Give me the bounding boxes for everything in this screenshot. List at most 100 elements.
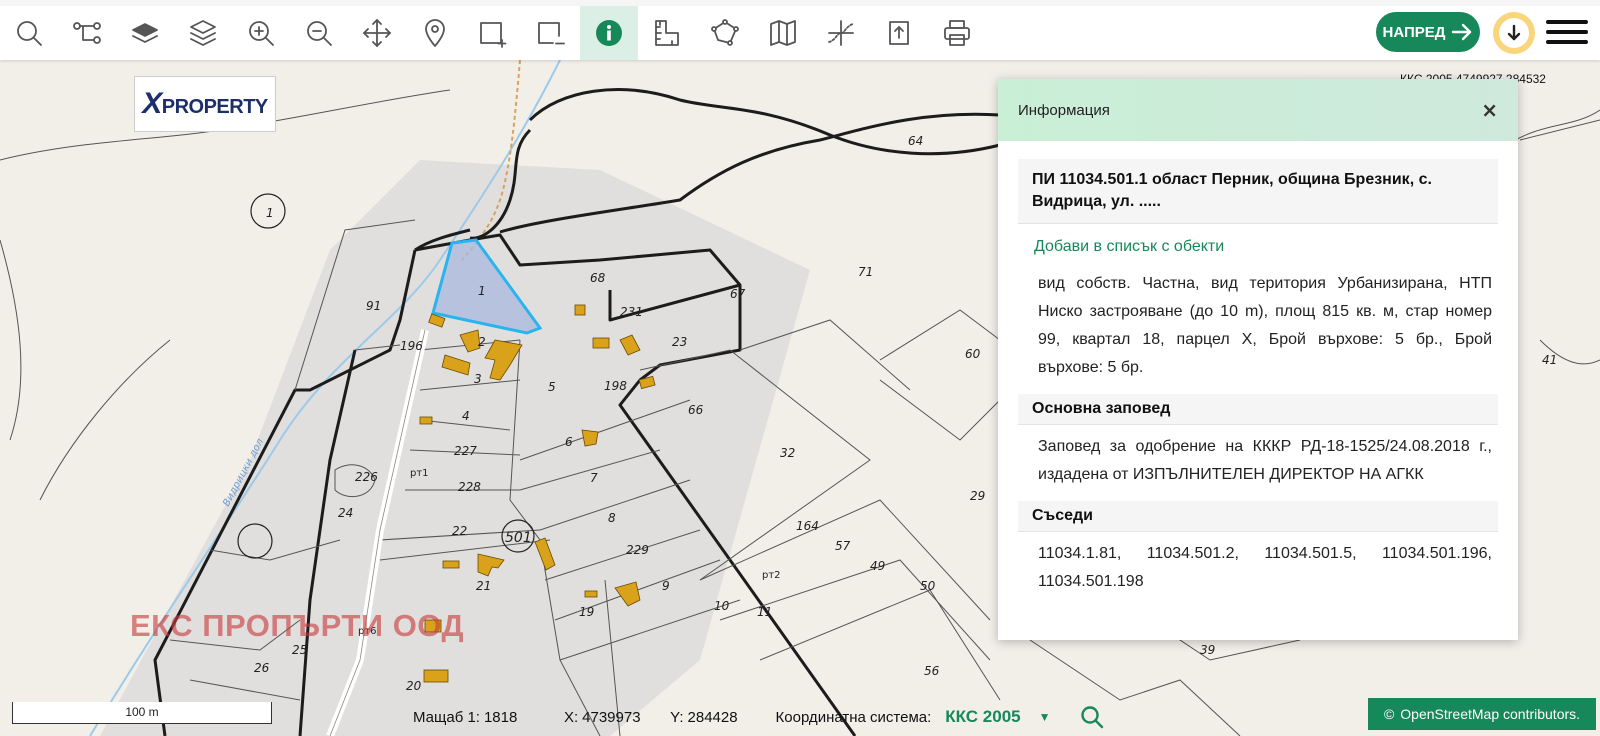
parcel-label: 68 (590, 271, 606, 285)
parcel-label: 21 (476, 579, 491, 593)
measure-icon (655, 20, 679, 46)
survey-point-label: рт1 (410, 468, 429, 479)
parcel-label: 25 (292, 643, 307, 657)
logo-text: PROPERTY (161, 96, 269, 118)
osm-attribution[interactable]: © OpenStreetMap contributors. (1368, 698, 1596, 730)
route-tool[interactable] (58, 6, 116, 60)
scale-input[interactable] (479, 708, 558, 726)
coordinate-bar: Мащаб 1: X: Y: Координатна система: ККС … (413, 702, 1105, 732)
add-to-list-link[interactable]: Добави в списък с обекти (1018, 224, 1498, 266)
polygon-icon (711, 19, 739, 46)
layers-tool[interactable] (174, 6, 232, 60)
info-tool[interactable] (580, 6, 638, 60)
survey-point-label: рт2 (762, 570, 781, 581)
layer-tool[interactable] (116, 6, 174, 60)
logo-x: X (142, 87, 162, 120)
parcel-label: 50 (920, 579, 936, 593)
draw-rectangle-remove-icon (538, 22, 565, 45)
order-heading: Основна заповед (1018, 394, 1498, 425)
parcel-description: вид собств. Частна, вид територия Урбани… (1038, 275, 1492, 376)
parcel-label: 20 (406, 679, 422, 693)
parcel-label: 196 (400, 339, 423, 353)
measure-tool[interactable] (638, 6, 696, 60)
parcel-label: 71 (858, 265, 873, 279)
neighbors-heading: Съседи (1018, 501, 1498, 532)
parcel-label: 3 (474, 372, 482, 386)
map-icon (770, 20, 796, 46)
parcel-label-selected: 1 (478, 284, 486, 298)
parcel-label: 57 (835, 539, 851, 553)
y-coordinate-input[interactable] (683, 708, 770, 726)
parcel-label: 22 (452, 524, 467, 538)
print-tool[interactable] (928, 6, 986, 60)
close-icon[interactable]: × (1481, 100, 1498, 120)
parcel-label: 39 (1200, 643, 1215, 657)
parcel-label: 56 (924, 664, 940, 678)
parcel-label: 4 (462, 409, 470, 423)
parcel-label: 227 (454, 444, 477, 458)
parcel-label: 67 (730, 287, 746, 301)
coordinate-search-button[interactable] (1079, 704, 1105, 730)
route-icon (73, 22, 101, 44)
order-text: Заповед за одобрение на КККР РД-18-1525/… (1038, 438, 1492, 483)
neighbors-text: 11034.1.81, 11034.501.2, 11034.501.5, 11… (1038, 545, 1492, 590)
crosshair-tool[interactable] (812, 6, 870, 60)
pan-icon (363, 19, 391, 47)
next-button-label: НАПРЕД (1382, 23, 1446, 41)
draw-rectangle-remove-tool[interactable] (522, 6, 580, 60)
toolbar: НАПРЕД (0, 0, 1600, 60)
export-tool[interactable] (870, 6, 928, 60)
parcel-label: 5 (548, 380, 556, 394)
copyright-icon: © (1383, 706, 1395, 722)
arrow-right-icon (1452, 23, 1472, 41)
y-label: Y: (670, 708, 684, 726)
parcel-label: 49 (870, 559, 885, 573)
watermark: ЕКС ПРОПЪРТИ ООД (130, 608, 465, 643)
parcel-label: 91 (366, 299, 381, 313)
parcel-title: ПИ 11034.501.1 област Перник, община Бре… (1032, 171, 1432, 210)
parcel-label: 231 (620, 305, 643, 319)
parcel-label: 2 (478, 335, 486, 349)
zoom-out-tool[interactable] (290, 6, 348, 60)
parcel-label: 41 (1542, 353, 1557, 367)
parcel-label: 226 (355, 470, 378, 484)
parcel-label: 198 (604, 379, 627, 393)
x-coordinate-input[interactable] (578, 708, 665, 726)
parcel-label: 19 (579, 605, 594, 619)
parcel-label: 29 (970, 489, 985, 503)
crs-label: Координатна система: (775, 708, 932, 726)
parcel-label: 7 (590, 471, 598, 485)
parcel-label: 9 (662, 579, 670, 593)
crs-select[interactable]: ККС 2005 (945, 707, 1020, 727)
chevron-down-icon[interactable]: ▼ (1039, 710, 1051, 724)
download-button[interactable] (1493, 12, 1535, 54)
pin-tool[interactable] (406, 6, 464, 60)
parcel-label: 66 (688, 403, 704, 417)
parcel-label: 501 (505, 530, 532, 546)
hamburger-menu-button[interactable] (1546, 16, 1588, 50)
parcel-label: 1 (266, 206, 274, 220)
parcel-label: 11 (757, 605, 772, 619)
map-tool[interactable] (754, 6, 812, 60)
search-tool[interactable] (0, 6, 58, 60)
zoom-in-tool[interactable] (232, 6, 290, 60)
info-panel-title: Информация (1018, 101, 1110, 119)
draw-rectangle-add-tool[interactable] (464, 6, 522, 60)
parcel-label: 32 (780, 446, 795, 460)
zoom-in-icon (249, 21, 274, 46)
zoom-out-icon (307, 21, 332, 46)
parcel-label: 164 (796, 519, 819, 533)
search-icon (1080, 706, 1103, 729)
osm-attribution-text: OpenStreetMap contributors. (1400, 706, 1581, 722)
arrow-down-icon (1507, 24, 1521, 41)
polygon-tool[interactable] (696, 6, 754, 60)
parcel-label: 60 (965, 347, 981, 361)
crosshair-icon (828, 20, 854, 46)
pan-tool[interactable] (348, 6, 406, 60)
parcel-label: 64 (908, 134, 923, 148)
export-icon (889, 21, 909, 45)
next-button[interactable]: НАПРЕД (1376, 12, 1480, 52)
parcel-label: 8 (608, 511, 616, 525)
parcel-label: 24 (338, 506, 353, 520)
info-icon (596, 20, 622, 46)
